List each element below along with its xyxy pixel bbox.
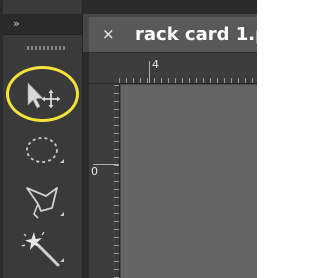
ruler-origin-corner[interactable]	[89, 53, 120, 84]
horizontal-ruler-label: 4	[152, 58, 159, 71]
horizontal-ruler[interactable]: 4	[119, 53, 257, 84]
ruler-major-tick	[149, 61, 150, 83]
document-tab-bar: × rack card 1.p	[83, 14, 257, 53]
elliptical-marquee-tool-button[interactable]	[14, 130, 70, 170]
document-tab[interactable]: × rack card 1.p	[89, 17, 257, 52]
magic-wand-icon	[21, 231, 64, 267]
polygonal-lasso-icon	[26, 187, 64, 219]
tools-panel-header: »	[3, 14, 82, 35]
document-tab-title: rack card 1.p	[135, 24, 257, 45]
close-tab-icon[interactable]: ×	[102, 25, 115, 43]
highlight-circle	[6, 66, 79, 122]
polygonal-lasso-tool-button[interactable]	[14, 182, 70, 222]
ellipse-marquee-icon	[26, 137, 64, 163]
document-canvas[interactable]	[121, 85, 257, 278]
photoshop-window: » × rack card 1.p 4 0	[0, 0, 257, 278]
vertical-ruler-label: 0	[91, 165, 98, 178]
vertical-ruler[interactable]: 0	[89, 84, 120, 278]
panel-grip-handle[interactable]	[27, 46, 67, 50]
magic-wand-tool-button[interactable]	[14, 228, 70, 268]
collapse-panel-button[interactable]: »	[13, 17, 20, 31]
